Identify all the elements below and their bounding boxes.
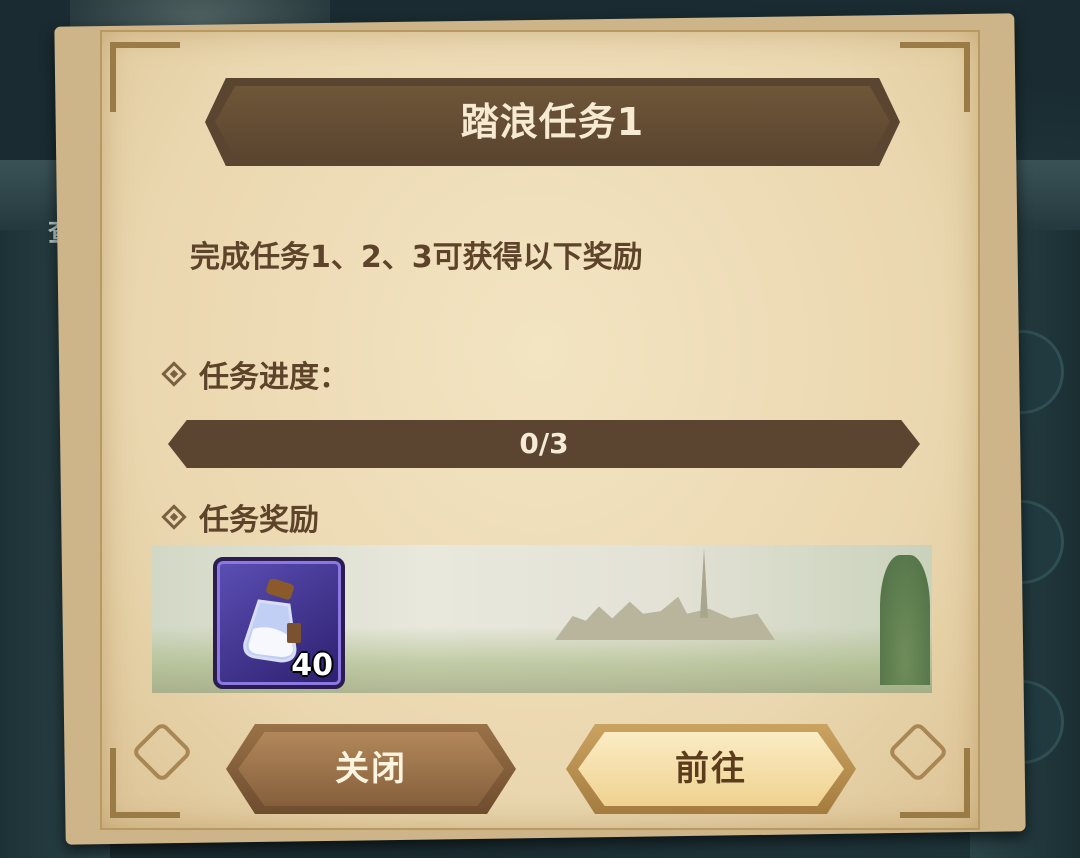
progress-label-text: 任务进度：: [199, 360, 349, 395]
progress-text: 0/3: [519, 427, 569, 460]
corner-ornament: [900, 42, 970, 112]
task-description: 完成任务1、2、3可获得以下奖励: [190, 240, 643, 275]
go-button[interactable]: 前往: [566, 724, 856, 814]
diamond-bullet-icon: [161, 504, 187, 530]
palm-tree: [880, 555, 930, 685]
corner-ornament: [110, 42, 180, 112]
reward-label-text: 任务奖励: [199, 503, 319, 538]
reward-section-label: 任务奖励: [161, 495, 319, 539]
progress-section-label: 任务进度：: [161, 352, 349, 396]
diamond-bullet-icon: [161, 361, 187, 387]
reward-item-count: 40: [291, 648, 333, 683]
dialog-title: 踏浪任务1: [460, 100, 645, 144]
reward-item[interactable]: 40: [213, 557, 345, 689]
close-button[interactable]: 关闭: [226, 724, 516, 814]
